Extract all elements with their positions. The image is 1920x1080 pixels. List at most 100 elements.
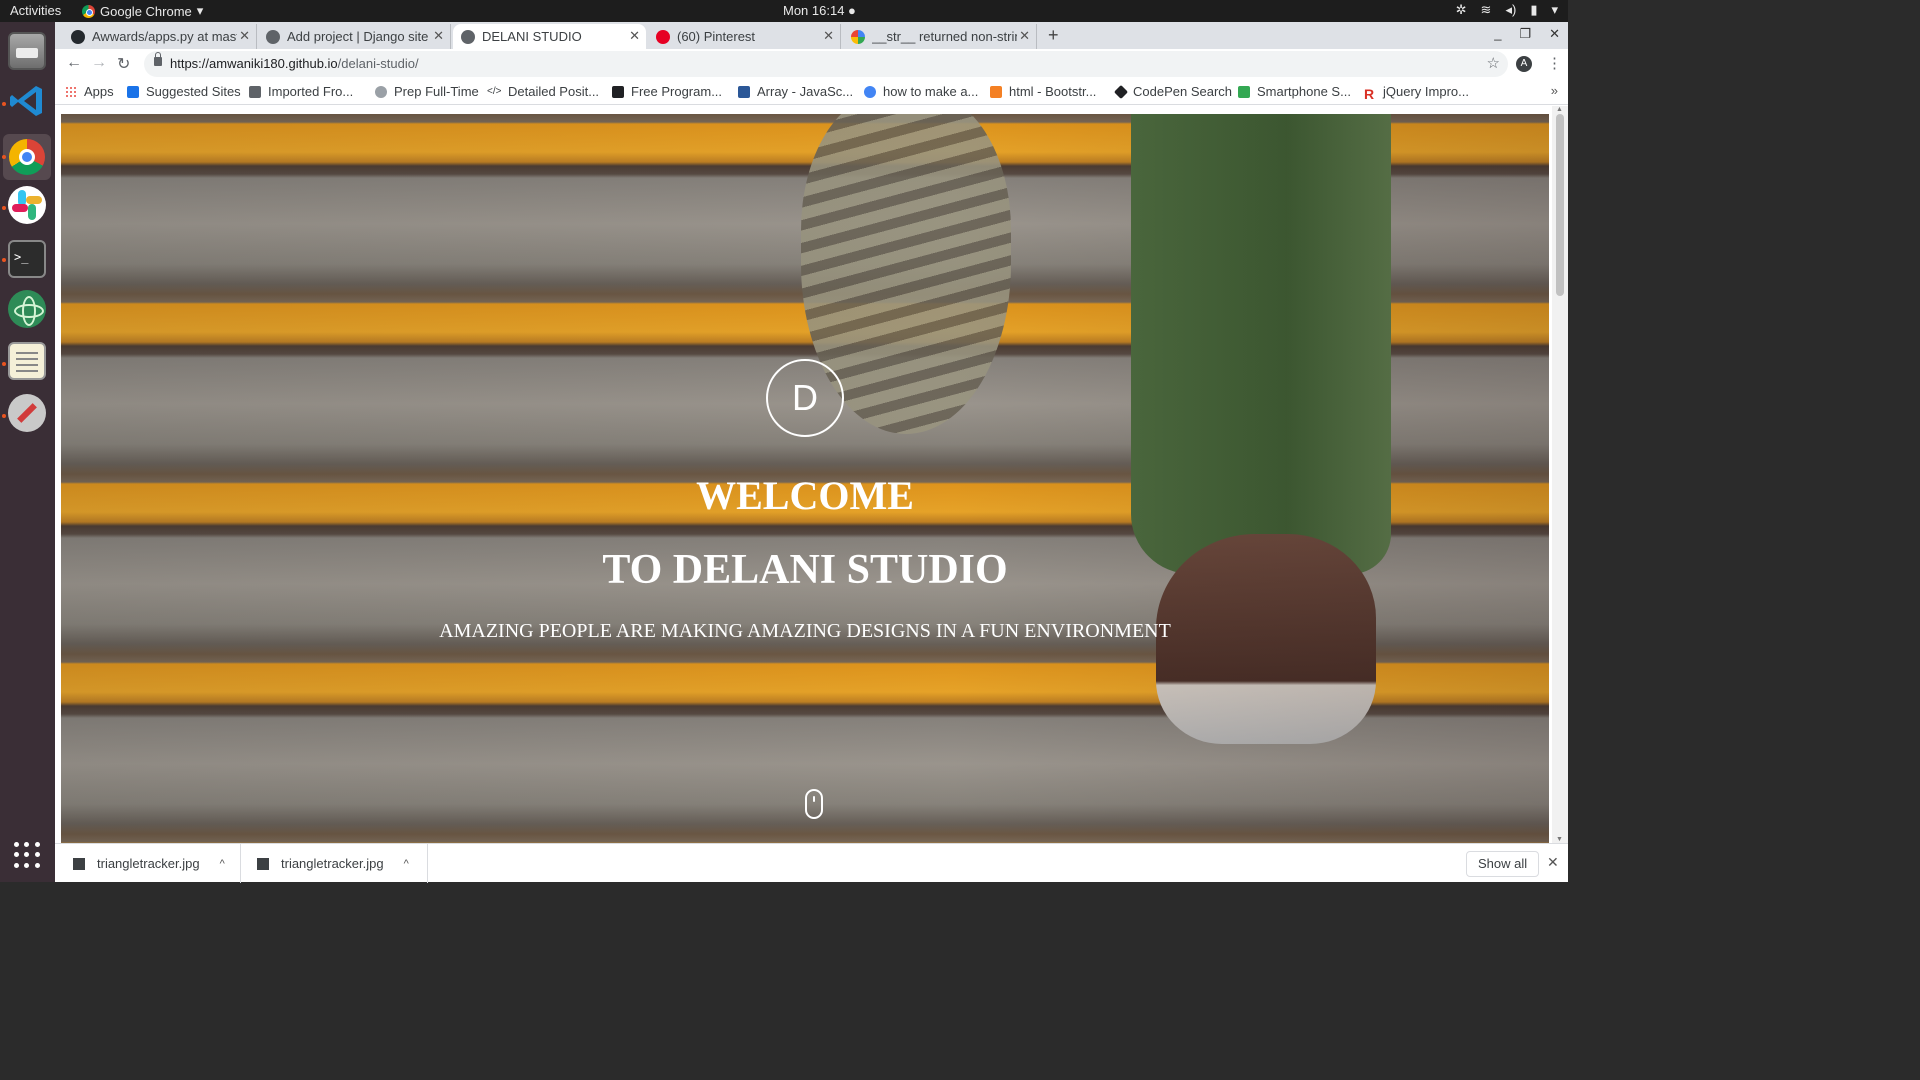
bookmark-apps[interactable]: Apps xyxy=(65,84,114,99)
scroll-down-mouse-icon[interactable] xyxy=(805,789,823,819)
bookmarks-bar: Apps Suggested Sites Imported Fro... Pre… xyxy=(55,79,1568,105)
tab-title: (60) Pinterest xyxy=(677,29,756,44)
chevron-up-icon[interactable]: ^ xyxy=(220,858,225,870)
address-bar[interactable]: https://amwaniki180.github.io/delani-stu… xyxy=(144,51,1508,77)
profile-avatar[interactable]: A xyxy=(1516,56,1532,72)
back-icon[interactable]: ← xyxy=(66,54,82,72)
chevron-down-icon: ▾ xyxy=(1551,2,1558,17)
globe-icon xyxy=(266,29,280,44)
google-icon xyxy=(851,29,865,44)
close-icon[interactable]: ✕ xyxy=(629,28,640,44)
browser-toolbar: ← → ↻ https://amwaniki180.github.io/dela… xyxy=(55,49,1568,79)
running-indicator xyxy=(2,258,6,262)
download-filename: triangletracker.jpg xyxy=(281,856,384,871)
reload-icon[interactable]: ↻ xyxy=(117,54,130,74)
tab-delani-studio[interactable]: DELANI STUDIO ✕ xyxy=(453,24,646,49)
chevron-up-icon[interactable]: ^ xyxy=(404,858,409,870)
bookmark-detailed[interactable]: </> Detailed Posit... xyxy=(487,84,599,99)
stackoverflow-icon xyxy=(990,85,1002,98)
download-item[interactable]: triangletracker.jpg ^ xyxy=(73,844,241,883)
app-menu[interactable]: Google Chrome ▾ xyxy=(82,3,203,19)
tab-pinterest[interactable]: (60) Pinterest ✕ xyxy=(648,24,841,49)
volume-icon: ◂) xyxy=(1505,2,1517,17)
image-file-icon xyxy=(257,857,269,870)
bookmark-how-to[interactable]: how to make a... xyxy=(864,84,978,99)
activities-button[interactable]: Activities xyxy=(10,3,61,18)
freecodecamp-icon xyxy=(612,85,624,98)
app-menu-label: Google Chrome xyxy=(100,3,192,19)
browser-window: Awwards/apps.py at mast ✕ Add project | … xyxy=(55,22,1568,883)
minimize-icon[interactable]: _ xyxy=(1494,26,1501,42)
tab-awwards[interactable]: Awwards/apps.py at mast ✕ xyxy=(63,24,257,49)
hero-content: D WELCOME TO DELANI STUDIO AMAZING PEOPL… xyxy=(61,114,1549,843)
system-tools-icon[interactable] xyxy=(8,394,46,432)
smartphone-site-icon xyxy=(1238,85,1250,98)
bookmark-suggested-sites[interactable]: Suggested Sites xyxy=(127,84,241,99)
github-icon xyxy=(71,29,85,44)
bookmark-smartphone[interactable]: Smartphone S... xyxy=(1238,84,1351,99)
w3-icon xyxy=(738,85,750,98)
clock[interactable]: Mon 16:14 ● xyxy=(783,3,856,18)
downloads-shelf: triangletracker.jpg ^ triangletracker.jp… xyxy=(55,843,1568,883)
running-indicator xyxy=(2,155,6,159)
menu-kebab-icon[interactable]: ⋮ xyxy=(1547,54,1562,72)
scroll-down-arrow-icon[interactable]: ▼ xyxy=(1556,836,1563,843)
bookmark-html-bootstrap[interactable]: html - Bootstr... xyxy=(990,84,1096,99)
google-icon xyxy=(864,85,876,98)
hero-tagline: AMAZING PEOPLE ARE MAKING AMAZING DESIGN… xyxy=(439,620,1171,642)
scrollbar-thumb[interactable] xyxy=(1556,114,1564,296)
close-icon[interactable]: ✕ xyxy=(433,28,444,44)
tree-icon xyxy=(375,85,387,98)
running-indicator xyxy=(2,414,6,418)
system-tray[interactable]: ✲ ≋ ◂) ▮ ▾ xyxy=(1456,2,1558,18)
r-site-icon: R xyxy=(1364,85,1375,102)
tab-title: Awwards/apps.py at mast xyxy=(92,29,237,44)
code-icon: </> xyxy=(487,85,502,97)
url-text[interactable]: https://amwaniki180.github.io/delani-stu… xyxy=(170,56,419,71)
bookmark-array-js[interactable]: Array - JavaSc... xyxy=(738,84,853,99)
download-filename: triangletracker.jpg xyxy=(97,856,200,871)
vscode-icon[interactable] xyxy=(8,82,46,120)
close-icon[interactable]: ✕ xyxy=(1019,28,1030,44)
chrome-dock-icon[interactable] xyxy=(3,134,51,180)
wifi-icon: ≋ xyxy=(1480,2,1492,17)
codepen-icon xyxy=(1113,84,1129,99)
atom-icon[interactable] xyxy=(8,290,46,328)
slack-icon[interactable] xyxy=(8,186,46,224)
hero-heading-studio: TO DELANI STUDIO xyxy=(602,547,1008,593)
bookmark-codepen[interactable]: CodePen Search xyxy=(1113,84,1232,99)
files-icon[interactable] xyxy=(8,32,46,70)
tab-strip: Awwards/apps.py at mast ✕ Add project | … xyxy=(55,22,1568,49)
tab-title: __str__ returned non-strin xyxy=(872,29,1017,44)
folder-icon xyxy=(249,85,261,98)
close-icon[interactable]: ✕ xyxy=(239,28,250,44)
text-editor-icon[interactable] xyxy=(8,342,46,380)
tab-add-project[interactable]: Add project | Django site ✕ xyxy=(258,24,451,49)
scroll-up-arrow-icon[interactable]: ▲ xyxy=(1556,106,1563,113)
lock-icon[interactable] xyxy=(154,52,162,66)
show-applications-icon[interactable] xyxy=(14,842,40,868)
bookmark-free-program[interactable]: Free Program... xyxy=(612,84,722,99)
bookmark-imported[interactable]: Imported Fro... xyxy=(249,84,353,99)
slack-tray-icon[interactable]: ✲ xyxy=(1456,2,1467,18)
terminal-icon[interactable]: >_ xyxy=(8,240,46,278)
image-file-icon xyxy=(73,857,85,870)
bookmark-jquery[interactable]: R jQuery Impro... xyxy=(1364,84,1469,102)
bookmark-star-icon[interactable]: ☆ xyxy=(1487,54,1500,72)
close-window-icon[interactable]: ✕ xyxy=(1549,26,1560,42)
restore-icon[interactable]: ❐ xyxy=(1519,26,1531,42)
new-tab-button[interactable]: + xyxy=(1048,25,1059,46)
pinterest-icon xyxy=(656,29,670,44)
bing-icon xyxy=(127,85,139,98)
bookmarks-overflow-icon[interactable]: » xyxy=(1551,83,1558,98)
tab-str-error[interactable]: __str__ returned non-strin ✕ xyxy=(843,24,1037,49)
studio-logo: D xyxy=(766,359,844,437)
close-icon[interactable]: ✕ xyxy=(1547,854,1559,871)
page-scrollbar[interactable]: ▲ ▼ xyxy=(1552,106,1568,843)
running-indicator xyxy=(2,206,6,210)
download-item[interactable]: triangletracker.jpg ^ xyxy=(257,844,428,883)
bookmark-prep[interactable]: Prep Full-Time xyxy=(375,84,479,99)
close-icon[interactable]: ✕ xyxy=(823,28,834,44)
show-all-downloads-button[interactable]: Show all xyxy=(1466,851,1540,877)
forward-icon[interactable]: → xyxy=(91,54,107,72)
